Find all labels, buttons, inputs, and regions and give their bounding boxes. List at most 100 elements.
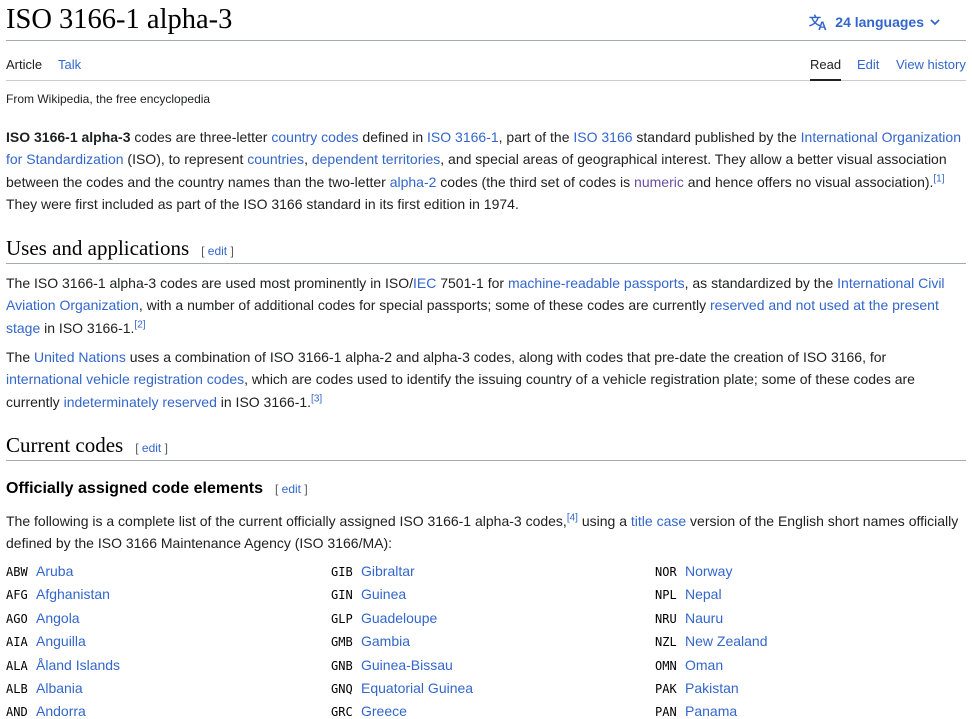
link-dependent-territories[interactable]: dependent territories [312,151,440,167]
uses-paragraph-2: The United Nations uses a combination of… [6,346,964,413]
country-code: GIN [331,588,353,603]
country-code: OMN [655,658,677,673]
site-tagline: From Wikipedia, the free encyclopedia [6,92,211,106]
link-iec[interactable]: IEC [413,275,436,291]
list-item: AIA Anguilla [6,633,120,656]
reference-3[interactable]: [3] [311,393,322,404]
tab-talk[interactable]: Talk [58,57,81,72]
tab-edit[interactable]: Edit [857,57,879,72]
country-code: ABW [6,565,28,579]
languages-label: 24 languages [835,14,924,30]
country-link[interactable]: Oman [685,657,723,673]
text: codes (the third set of codes is [436,173,635,190]
text: (ISO), to represent [123,151,248,168]
country-link[interactable]: Guinea [361,586,406,602]
list-item: OMN Oman [655,657,768,680]
code-column-3: NOR Norway NPL Nepal NRU Nauru NZL New Zeala… [655,563,768,719]
list-item: GIB Gibraltar [331,563,473,586]
edit-link[interactable]: edit [208,244,227,258]
text: and hence offers no visual association). [683,173,934,190]
country-link[interactable]: Norway [685,563,732,579]
country-link[interactable]: Nauru [685,610,723,626]
country-link[interactable]: Angola [36,610,80,626]
text: in ISO 3166-1. [40,319,135,336]
text: , part of the [498,129,574,145]
link-alpha-2[interactable]: alpha-2 [390,174,437,190]
list-item: AND Andorra [6,703,120,719]
text: , with a number of additional codes for … [138,297,711,314]
languages-button[interactable]: 文 A 24 languages [809,13,946,31]
country-link[interactable]: Gibraltar [361,563,415,579]
reference-4[interactable]: [4] [567,512,578,523]
country-code: AGO [6,611,28,626]
country-link[interactable]: New Zealand [685,633,768,649]
heading-text: Current codes [6,433,124,457]
section-heading-uses: Uses and applications [ edit ] [6,236,966,264]
list-item: ABW Aruba [6,563,120,586]
tab-article[interactable]: Article [6,57,42,72]
list-item: GNB Guinea-Bissau [331,657,473,680]
intro-paragraph: ISO 3166-1 alpha-3 codes are three-lette… [6,126,964,216]
country-link[interactable]: Greece [361,703,407,719]
country-link[interactable]: Pakistan [685,680,739,696]
edit-section-current: [ edit ] [135,441,168,455]
link-machine-readable-passports[interactable]: machine-readable passports [508,275,685,291]
list-item: GLP Guadeloupe [331,610,473,633]
official-paragraph: The following is a complete list of the … [6,510,964,555]
list-item: NOR Norway [655,563,768,586]
country-link[interactable]: Aruba [36,563,73,579]
list-item: ALB Albania [6,680,120,703]
chevron-down-icon [930,19,940,26]
link-vehicle-registration-codes[interactable]: international vehicle registration codes [6,371,244,387]
country-code: PAN [655,705,677,719]
text: in ISO 3166-1. [216,393,312,410]
list-item: PAN Panama [655,703,768,719]
country-link[interactable]: Gambia [361,633,410,649]
text: using a [577,513,631,529]
page-title: ISO 3166-1 alpha-3 [6,4,233,35]
list-item: GIN Guinea [331,586,473,609]
translate-icon: 文 A [809,13,827,31]
link-iso-3166-1[interactable]: ISO 3166-1 [427,129,499,145]
list-item: NRU Nauru [655,610,768,633]
link-indeterminately-reserved[interactable]: indeterminately reserved [64,394,217,410]
country-code: GNQ [331,681,353,696]
text: defined in [358,129,428,145]
country-link[interactable]: Åland Islands [36,657,120,673]
country-link[interactable]: Guadeloupe [361,610,437,626]
country-link[interactable]: Nepal [685,586,722,602]
country-code: ALB [6,681,28,696]
country-link[interactable]: Equatorial Guinea [361,680,473,696]
text: The [6,349,35,365]
edit-link[interactable]: edit [142,441,161,455]
link-countries[interactable]: countries [247,151,304,167]
link-numeric[interactable]: numeric [634,174,684,190]
link-united-nations[interactable]: United Nations [34,349,126,365]
link-iso-3166[interactable]: ISO 3166 [573,129,632,145]
reference-1[interactable]: [1] [933,173,944,184]
edit-link[interactable]: edit [282,482,301,496]
edit-section-official: [ edit ] [274,482,308,496]
country-link[interactable]: Guinea-Bissau [361,657,453,673]
country-link[interactable]: Albania [36,680,83,696]
text: standard published by the [632,129,801,145]
code-column-2: GIB Gibraltar GIN Guinea GLP Guadeloupe GMB… [331,563,473,719]
reference-2[interactable]: [2] [134,319,145,330]
link-title-case[interactable]: title case [631,513,686,529]
country-code: NOR [655,565,677,579]
country-code: GIB [331,565,353,579]
link-country-codes[interactable]: country codes [271,129,358,145]
country-code: GRC [331,705,353,719]
list-item: PAK Pakistan [655,680,768,703]
tab-view-history[interactable]: View history [896,57,966,72]
list-item: AFG Afghanistan [6,586,120,609]
text: The following is a complete list of the … [6,513,567,529]
tab-read[interactable]: Read [810,57,842,81]
country-link[interactable]: Anguilla [36,633,86,649]
country-code: AIA [6,635,28,650]
country-link[interactable]: Afghanistan [36,586,110,602]
country-link[interactable]: Panama [685,703,737,719]
country-link[interactable]: Andorra [36,703,86,719]
country-code: NPL [655,588,677,603]
list-item: NZL New Zealand [655,633,768,656]
